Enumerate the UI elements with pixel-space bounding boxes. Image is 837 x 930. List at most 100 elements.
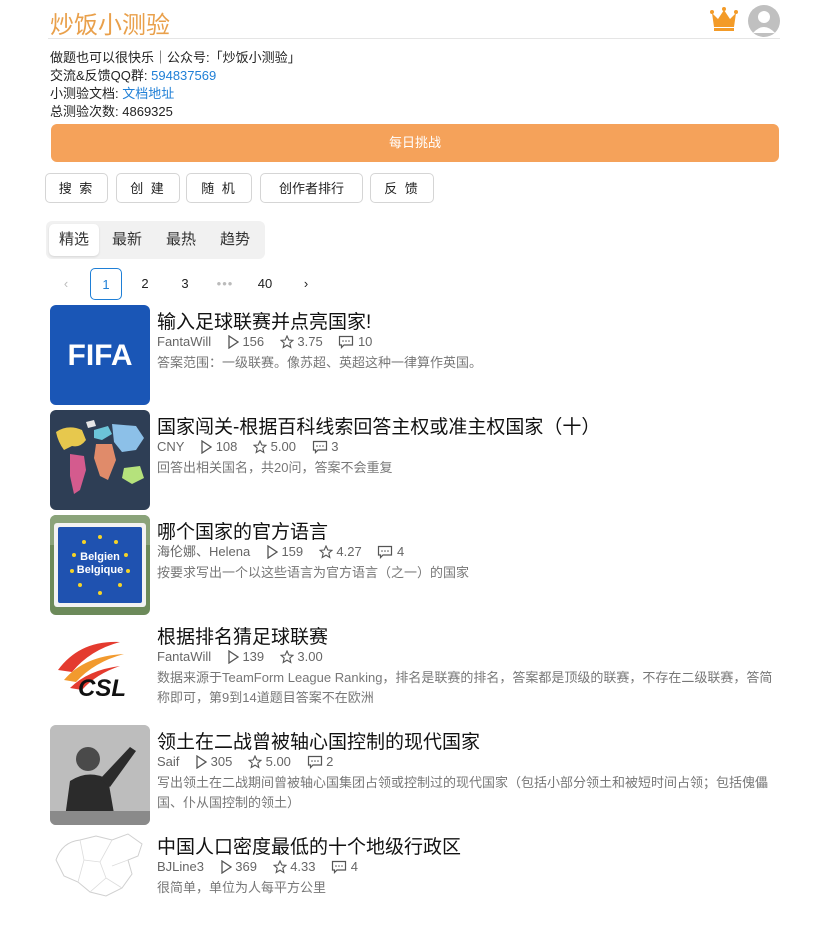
- quiz-title[interactable]: 国家闯关-根据百科线索回答主权或准主权国家（十）: [157, 412, 600, 439]
- comment-icon: [307, 753, 323, 771]
- quiz-thumbnail[interactable]: [50, 410, 150, 510]
- quiz-thumbnail[interactable]: [50, 725, 150, 825]
- quiz-title[interactable]: 中国人口密度最低的十个地级行政区: [157, 832, 461, 859]
- header: 炒饭小测验: [48, 0, 780, 39]
- star-icon: [279, 333, 295, 351]
- prev-page-button[interactable]: ‹: [50, 268, 82, 300]
- quiz-description: 答案范围：一级联赛。像苏超、英超这种一律算作英国。: [157, 355, 483, 370]
- quiz-plays: 156: [242, 333, 265, 349]
- quiz-rating: 5.00: [265, 753, 291, 769]
- next-page-button[interactable]: ›: [290, 268, 322, 300]
- quiz-meta: FantaWill 156 3.75 10: [157, 332, 372, 350]
- quiz-comments: 4: [396, 543, 405, 559]
- sign-text-2: Belgique: [77, 564, 123, 576]
- quiz-rating: 3.00: [297, 648, 323, 664]
- count-label: 总测验次数:: [50, 104, 119, 119]
- play-icon: [200, 438, 213, 456]
- comment-icon: [331, 858, 347, 876]
- info-count: 总测验次数: 4869325: [50, 103, 301, 121]
- quiz-author[interactable]: 海伦娜、Helena: [157, 543, 250, 561]
- quiz-title[interactable]: 根据排名猜足球联赛: [157, 622, 328, 649]
- feedback-button[interactable]: 反 馈: [370, 173, 434, 203]
- quiz-author[interactable]: CNY: [157, 438, 184, 456]
- quiz-thumbnail[interactable]: Belgien Belgique: [50, 515, 150, 615]
- info-qq: 交流&反馈QQ群: 594837569: [50, 67, 301, 85]
- qq-link[interactable]: 594837569: [151, 68, 216, 83]
- star-icon: [279, 648, 295, 666]
- csl-logo-text: CSL: [78, 675, 126, 702]
- quiz-thumbnail[interactable]: [50, 830, 150, 930]
- belgium-sign-image: Belgien Belgique: [50, 515, 150, 615]
- crown-icon[interactable]: [709, 6, 739, 32]
- quiz-meta: BJLine3 369 4.33 4: [157, 857, 358, 875]
- quiz-comments: 4: [350, 858, 358, 874]
- quiz-author[interactable]: FantaWill: [157, 648, 211, 666]
- quiz-author[interactable]: BJLine3: [157, 858, 204, 876]
- page-button-1[interactable]: 1: [90, 268, 122, 300]
- play-icon: [266, 543, 278, 561]
- quiz-author[interactable]: FantaWill: [157, 333, 211, 351]
- quiz-meta: 海伦娜、Helena 159 4.27 4: [157, 542, 404, 560]
- docs-link[interactable]: 文档地址: [122, 86, 174, 101]
- play-icon: [195, 753, 208, 771]
- quiz-meta: CNY 108 5.00 3: [157, 437, 338, 455]
- quiz-comments: 3: [331, 438, 339, 454]
- info-docs: 小测验文档: 文档地址: [50, 85, 301, 103]
- page-button-2[interactable]: 2: [129, 268, 161, 300]
- quiz-author[interactable]: Saif: [157, 753, 179, 771]
- comment-icon: [312, 438, 328, 456]
- quiz-plays: 369: [235, 858, 257, 874]
- quiz-meta: Saif 305 5.00 2: [157, 752, 333, 770]
- quiz-title[interactable]: 哪个国家的官方语言: [157, 517, 328, 544]
- quiz-description: 回答出相关国名，共20问，答案不会重复: [157, 460, 393, 475]
- star-icon: [318, 543, 334, 561]
- docs-label: 小测验文档:: [50, 86, 119, 101]
- daily-challenge-button[interactable]: 每日挑战: [51, 124, 779, 162]
- tab-featured[interactable]: 精选: [49, 224, 99, 256]
- user-avatar-icon[interactable]: [748, 5, 780, 37]
- quiz-thumbnail[interactable]: CSL: [50, 620, 150, 720]
- quiz-rating: 3.75: [297, 333, 323, 349]
- csl-logo-image: CSL: [50, 620, 150, 720]
- quiz-thumbnail[interactable]: FIFA: [50, 305, 150, 405]
- random-button[interactable]: 随 机: [186, 173, 252, 203]
- sort-tabs: 精选 最新 最热 趋势: [46, 221, 265, 259]
- world-map-image: [50, 410, 150, 510]
- star-icon: [247, 753, 263, 771]
- creator-rank-button[interactable]: 创作者排行: [260, 173, 363, 203]
- quiz-title[interactable]: 领土在二战曾被轴心国控制的现代国家: [157, 727, 480, 754]
- tab-trending[interactable]: 趋势: [210, 224, 260, 256]
- quiz-description: 按要求写出一个以这些语言为官方语言（之一）的国家: [157, 565, 470, 580]
- tab-latest[interactable]: 最新: [102, 224, 152, 256]
- fifa-logo-text: FIFA: [68, 339, 133, 372]
- play-icon: [227, 648, 239, 666]
- comment-icon: [338, 333, 354, 351]
- quiz-rating: 5.00: [270, 438, 296, 454]
- page-button-3[interactable]: 3: [169, 268, 201, 300]
- quiz-description: 很简单，单位为人每平方公里: [157, 880, 327, 895]
- page: 炒饭小测验 做题也可以很快乐｜公众号:「炒饭小测验」 交流&反馈QQ群: 594…: [45, 0, 780, 906]
- page-ellipsis[interactable]: •••: [209, 268, 241, 300]
- play-icon: [220, 858, 232, 876]
- create-button[interactable]: 创 建: [116, 173, 180, 203]
- comment-icon: [377, 543, 393, 561]
- quiz-plays: 159: [281, 543, 304, 559]
- tab-hottest[interactable]: 最热: [156, 224, 206, 256]
- search-button[interactable]: 搜 索: [45, 173, 108, 203]
- quiz-description: 数据来源于TeamForm League Ranking，排名是联赛的排名，答案…: [157, 670, 773, 705]
- sign-text-1: Belgien: [80, 551, 120, 563]
- star-icon: [252, 438, 268, 456]
- star-icon: [272, 858, 287, 876]
- quiz-comments: 10: [357, 333, 373, 349]
- china-map-image: [50, 830, 150, 906]
- site-title[interactable]: 炒饭小测验: [50, 5, 170, 40]
- historical-photo-image: [50, 725, 150, 825]
- info-line: 做题也可以很快乐｜公众号:「炒饭小测验」: [50, 50, 301, 65]
- quiz-meta: FantaWill 139 3.00: [157, 647, 323, 665]
- quiz-rating: 4.33: [290, 858, 316, 874]
- count-value: 4869325: [122, 104, 173, 119]
- quiz-title[interactable]: 输入足球联赛并点亮国家!: [157, 307, 371, 334]
- page-button-40[interactable]: 40: [249, 268, 281, 300]
- quiz-comments: 2: [326, 753, 334, 769]
- quiz-plays: 139: [242, 648, 265, 664]
